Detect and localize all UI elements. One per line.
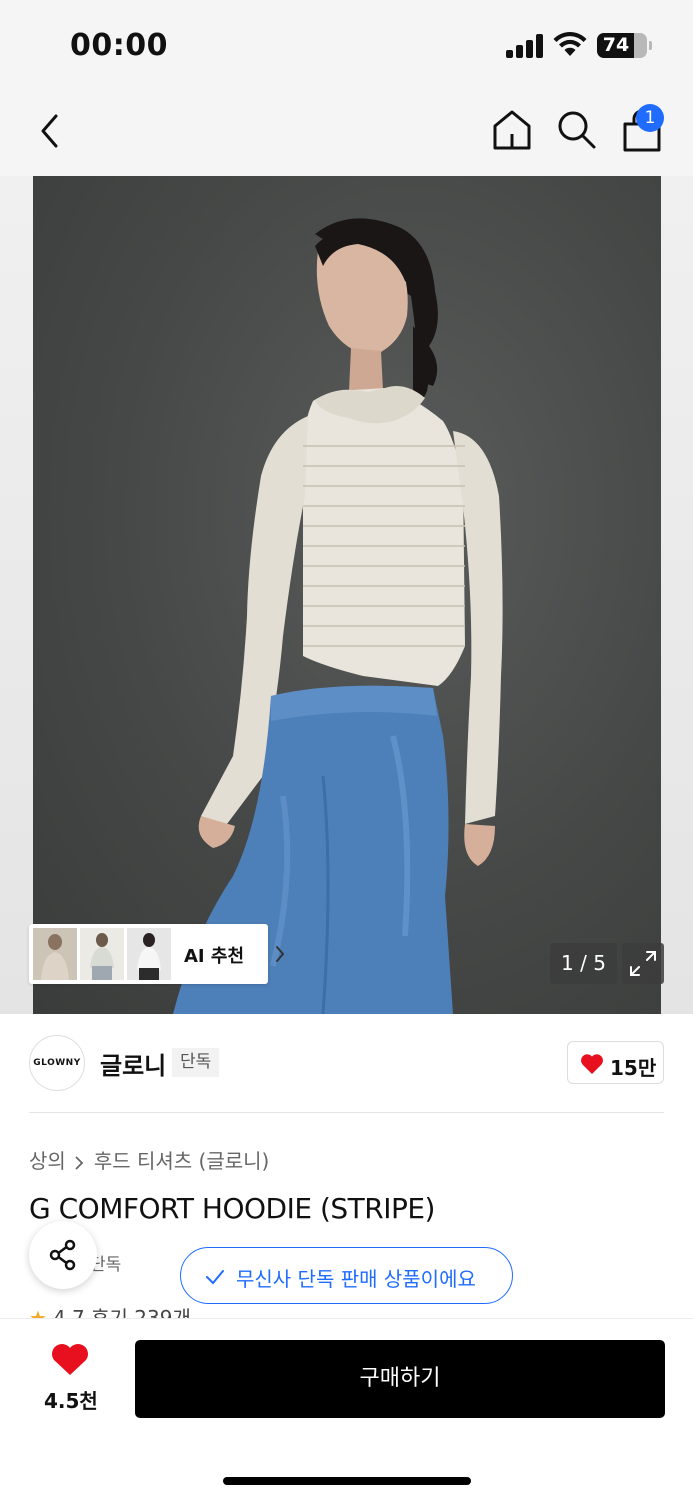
brand-logo[interactable]: GLOWNY	[29, 1035, 85, 1091]
product-gallery[interactable]	[0, 176, 693, 1014]
expand-image-button[interactable]	[622, 943, 664, 984]
recommend-thumbnail-2[interactable]	[80, 928, 124, 980]
cart-count-badge: 1	[636, 104, 664, 132]
recommend-thumbnail-1[interactable]	[33, 928, 77, 980]
brand-exclusive-tag: 단독	[172, 1048, 220, 1077]
wishlist-heart-icon[interactable]	[50, 1343, 90, 1377]
section-divider	[29, 1112, 664, 1113]
search-icon[interactable]	[555, 108, 597, 150]
share-button[interactable]	[29, 1221, 97, 1289]
recommend-thumbnail-3[interactable]	[127, 928, 171, 980]
heart-icon	[581, 1054, 603, 1074]
rating-row[interactable]: ★ 4.7 후기 239개	[29, 1302, 329, 1318]
status-bar: 00:00 74	[0, 0, 693, 90]
battery-icon: 74	[597, 33, 652, 58]
exclusive-notice-pill: 무신사 단독 판매 상품이에요	[180, 1247, 513, 1304]
breadcrumb-subcategory[interactable]: 후드 티셔츠 (글로니)	[94, 1149, 270, 1173]
share-icon	[49, 1239, 76, 1271]
home-icon[interactable]	[490, 108, 534, 152]
home-indicator[interactable]	[223, 1477, 471, 1485]
chevron-right-icon	[276, 946, 285, 962]
check-icon	[206, 1270, 224, 1285]
image-counter: 1 / 5	[550, 943, 617, 984]
wishlist-count: 4.5천	[44, 1389, 98, 1413]
cellular-signal-icon	[506, 34, 546, 58]
exclusive-notice-text: 무신사 단독 판매 상품이에요	[236, 1267, 476, 1291]
chevron-right-icon	[75, 1155, 84, 1170]
brand-like-count: 15만	[610, 1056, 657, 1080]
product-photo[interactable]	[33, 176, 661, 1014]
review-count: 후기 239개	[91, 1306, 191, 1318]
ai-recommend-button[interactable]: AI 추천	[29, 924, 285, 984]
rating-value: 4.7	[52, 1306, 85, 1318]
breadcrumb: 상의 후드 티셔츠 (글로니)	[29, 1145, 269, 1174]
wifi-icon	[553, 32, 587, 56]
product-title: G COMFORT HOODIE (STRIPE)	[29, 1192, 435, 1225]
breadcrumb-category[interactable]: 상의	[29, 1149, 66, 1173]
star-icon: ★	[29, 1306, 47, 1318]
back-icon[interactable]	[34, 110, 70, 152]
top-nav-bar	[0, 90, 693, 176]
battery-level: 74	[602, 34, 630, 56]
brand-name[interactable]: 글로니	[100, 1046, 166, 1081]
buy-button[interactable]: 구매하기	[135, 1340, 665, 1418]
expand-icon	[630, 951, 656, 976]
status-time: 00:00	[70, 28, 168, 63]
brand-like-button[interactable]: 15만	[567, 1041, 664, 1084]
model-illustration	[173, 218, 503, 1014]
ai-recommend-label: AI 추천	[184, 946, 245, 967]
